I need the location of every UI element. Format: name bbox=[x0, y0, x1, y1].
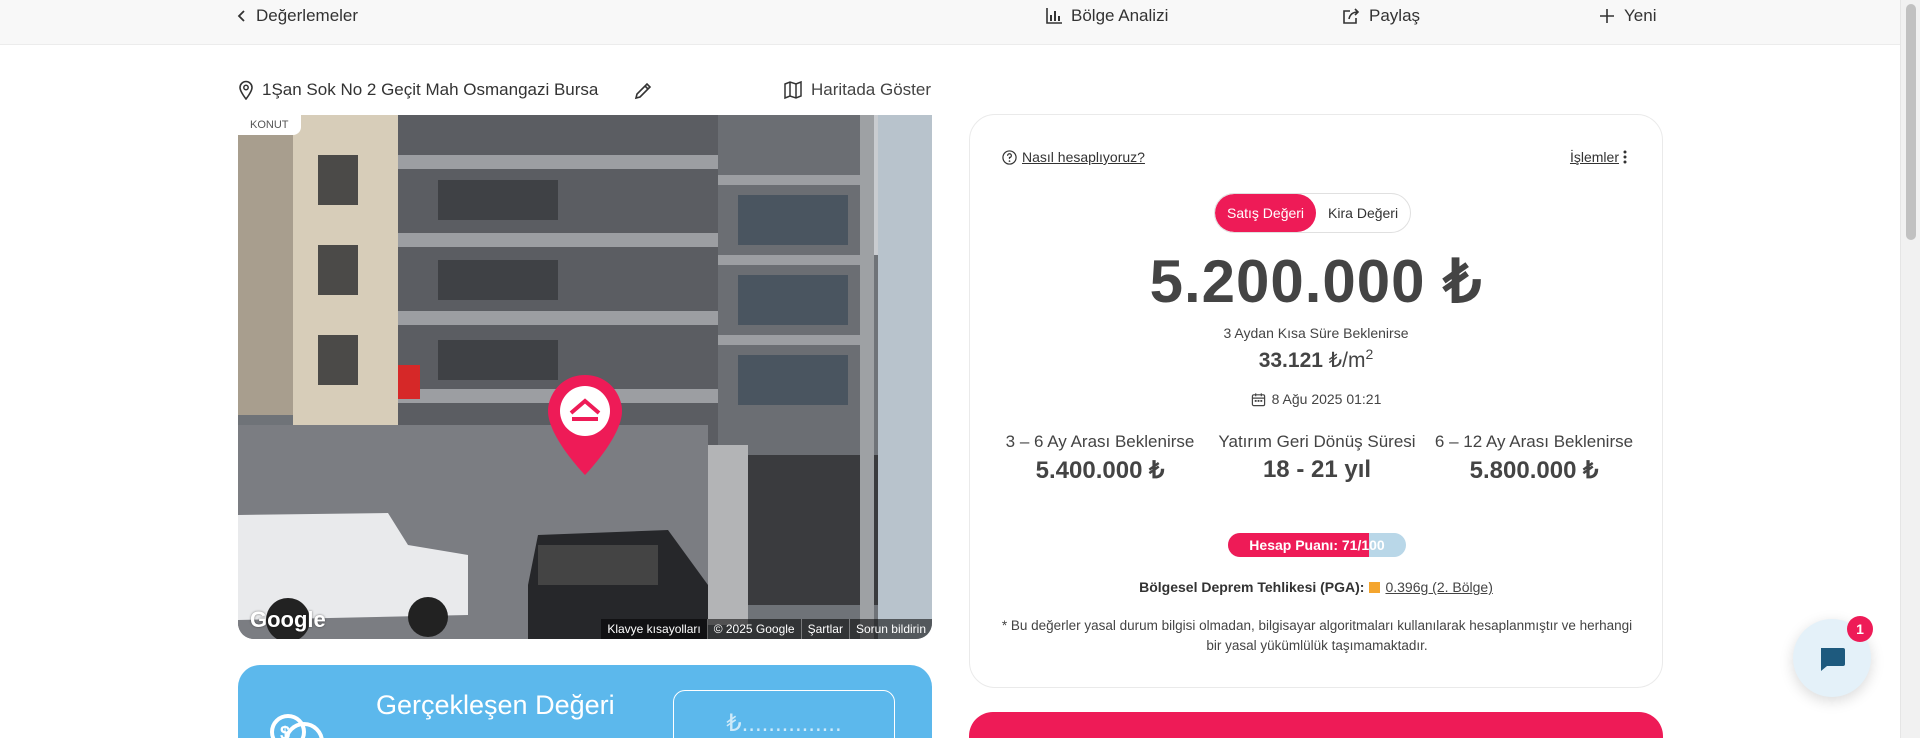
share-icon bbox=[1343, 8, 1360, 24]
per-sqm-value: 33.121 bbox=[1258, 349, 1323, 372]
calendar-icon bbox=[1251, 392, 1265, 406]
chevron-left-icon bbox=[237, 10, 245, 22]
page-scrollbar[interactable] bbox=[1900, 0, 1920, 738]
region-analysis-button[interactable]: Bölge Analizi bbox=[1045, 4, 1168, 28]
region-analysis-label: Bölge Analizi bbox=[1071, 6, 1169, 25]
map-label: Haritada Göster bbox=[811, 80, 931, 99]
rent-value-tab[interactable]: Kira Değeri bbox=[1316, 194, 1410, 232]
date-text: 8 Ağu 2025 01:21 bbox=[1271, 391, 1382, 407]
realized-value-card: $ Gerçekleşen Değeri ₺............... bbox=[238, 665, 932, 738]
terms-link[interactable]: Şartlar bbox=[800, 619, 849, 639]
stat-label: 3 – 6 Ay Arası Beklenirse bbox=[1005, 432, 1195, 451]
realized-value-title: Gerçekleşen Değeri bbox=[376, 690, 615, 720]
per-sqm-exponent: 2 bbox=[1365, 346, 1374, 362]
sale-value-tab[interactable]: Satış Değeri bbox=[1215, 194, 1317, 232]
action-card bbox=[969, 712, 1663, 738]
report-problem-link[interactable]: Sorun bildirin bbox=[848, 619, 932, 639]
chat-icon bbox=[1821, 648, 1845, 671]
stat-label: 6 – 12 Ay Arası Beklenirse bbox=[1434, 432, 1634, 451]
svg-text:$: $ bbox=[280, 723, 290, 738]
plus-icon bbox=[1600, 9, 1614, 23]
per-sqm-unit: ₺/m bbox=[1328, 349, 1366, 372]
new-valuation-button[interactable]: Yeni bbox=[1598, 4, 1656, 28]
quake-value-link[interactable]: 0.396g (2. Bölge) bbox=[1385, 579, 1492, 595]
valuation-card: Nasıl hesaplıyoruz? İşlemler Satış Değer… bbox=[969, 114, 1663, 688]
street-view-photo[interactable]: KONUT Google Klavye kısayolları © 2025 G… bbox=[238, 115, 932, 639]
show-on-map-button[interactable]: Haritada Göster bbox=[783, 80, 931, 100]
pencil-icon[interactable] bbox=[632, 80, 654, 102]
coin-icon: $ bbox=[270, 714, 324, 738]
location-pin-icon bbox=[239, 80, 253, 100]
disclaimer-text: * Bu değerler yasal durum bilgisi olmada… bbox=[1001, 618, 1633, 653]
operations-label: İşlemler bbox=[1569, 149, 1619, 165]
building-illustration bbox=[238, 115, 932, 639]
google-logo: Google bbox=[250, 607, 326, 632]
short-term-note: 3 Aydan Kısa Süre Beklenirse bbox=[1223, 325, 1409, 341]
realized-value-input[interactable]: ₺............... bbox=[673, 690, 895, 738]
how-label: Nasıl hesaplıyoruz? bbox=[1022, 149, 1145, 165]
stat-payback-period: Yatırım Geri Dönüş Süresi 18 - 21 yıl bbox=[1217, 429, 1417, 485]
score-text: Hesap Puanı: 71/100 bbox=[1249, 537, 1385, 553]
share-label: Paylaş bbox=[1369, 6, 1421, 25]
calculation-score-bar: Hesap Puanı: 71/100 bbox=[1228, 533, 1406, 557]
keyboard-shortcuts-link[interactable]: Klavye kısayolları bbox=[601, 619, 706, 639]
map-icon bbox=[784, 80, 802, 100]
price-per-sqm: 33.121 ₺/m2 bbox=[970, 346, 1662, 373]
chat-notification-badge: 1 bbox=[1847, 616, 1873, 642]
how-we-calculate-link[interactable]: Nasıl hesaplıyoruz? bbox=[1002, 149, 1145, 165]
property-address: 1Şan Sok No 2 Geçit Mah Osmangazi Bursa bbox=[238, 80, 598, 100]
address-text: 1Şan Sok No 2 Geçit Mah Osmangazi Bursa bbox=[262, 80, 599, 99]
hazard-level-indicator bbox=[1369, 581, 1381, 593]
stat-value: 5.400.000 ₺ bbox=[1035, 457, 1165, 484]
share-button[interactable]: Paylaş bbox=[1341, 4, 1420, 28]
valuation-date: 8 Ağu 2025 01:21 bbox=[970, 391, 1662, 407]
stat-value: 18 - 21 yıl bbox=[1262, 456, 1372, 483]
stat-value: 5.800.000 ₺ bbox=[1469, 457, 1599, 484]
earthquake-hazard: Bölgesel Deprem Tehlikesi (PGA): 0.396g … bbox=[970, 579, 1662, 595]
scrollbar-thumb[interactable] bbox=[1906, 4, 1916, 240]
back-to-valuations-link[interactable]: Değerlemeler bbox=[236, 4, 358, 28]
price-scenarios: 3 – 6 Ay Arası Beklenirse 5.400.000 ₺ Ya… bbox=[1000, 429, 1634, 485]
question-circle-icon bbox=[1002, 149, 1017, 165]
bar-chart-icon bbox=[1046, 8, 1062, 24]
estimated-price: 5.200.000 ₺ bbox=[1149, 248, 1483, 315]
stat-3-6-months: 3 – 6 Ay Arası Beklenirse 5.400.000 ₺ bbox=[1000, 429, 1200, 485]
back-label: Değerlemeler bbox=[256, 6, 359, 25]
map-attribution-bar: Klavye kısayolları © 2025 Google Şartlar… bbox=[601, 619, 932, 639]
stat-label: Yatırım Geri Dönüş Süresi bbox=[1218, 432, 1416, 451]
operations-menu[interactable]: İşlemler bbox=[1570, 149, 1628, 165]
value-type-toggle: Satış Değeri Kira Değeri bbox=[1214, 193, 1412, 233]
quake-label: Bölgesel Deprem Tehlikesi (PGA): bbox=[1139, 579, 1365, 595]
stat-6-12-months: 6 – 12 Ay Arası Beklenirse 5.800.000 ₺ bbox=[1434, 429, 1634, 485]
more-vertical-icon bbox=[1623, 150, 1627, 164]
new-label: Yeni bbox=[1624, 6, 1657, 25]
property-type-badge: KONUT bbox=[238, 115, 301, 135]
top-navigation-bar: Değerlemeler Bölge Analizi Paylaş Yeni bbox=[0, 0, 1900, 45]
copyright-text: © 2025 Google bbox=[706, 619, 801, 639]
